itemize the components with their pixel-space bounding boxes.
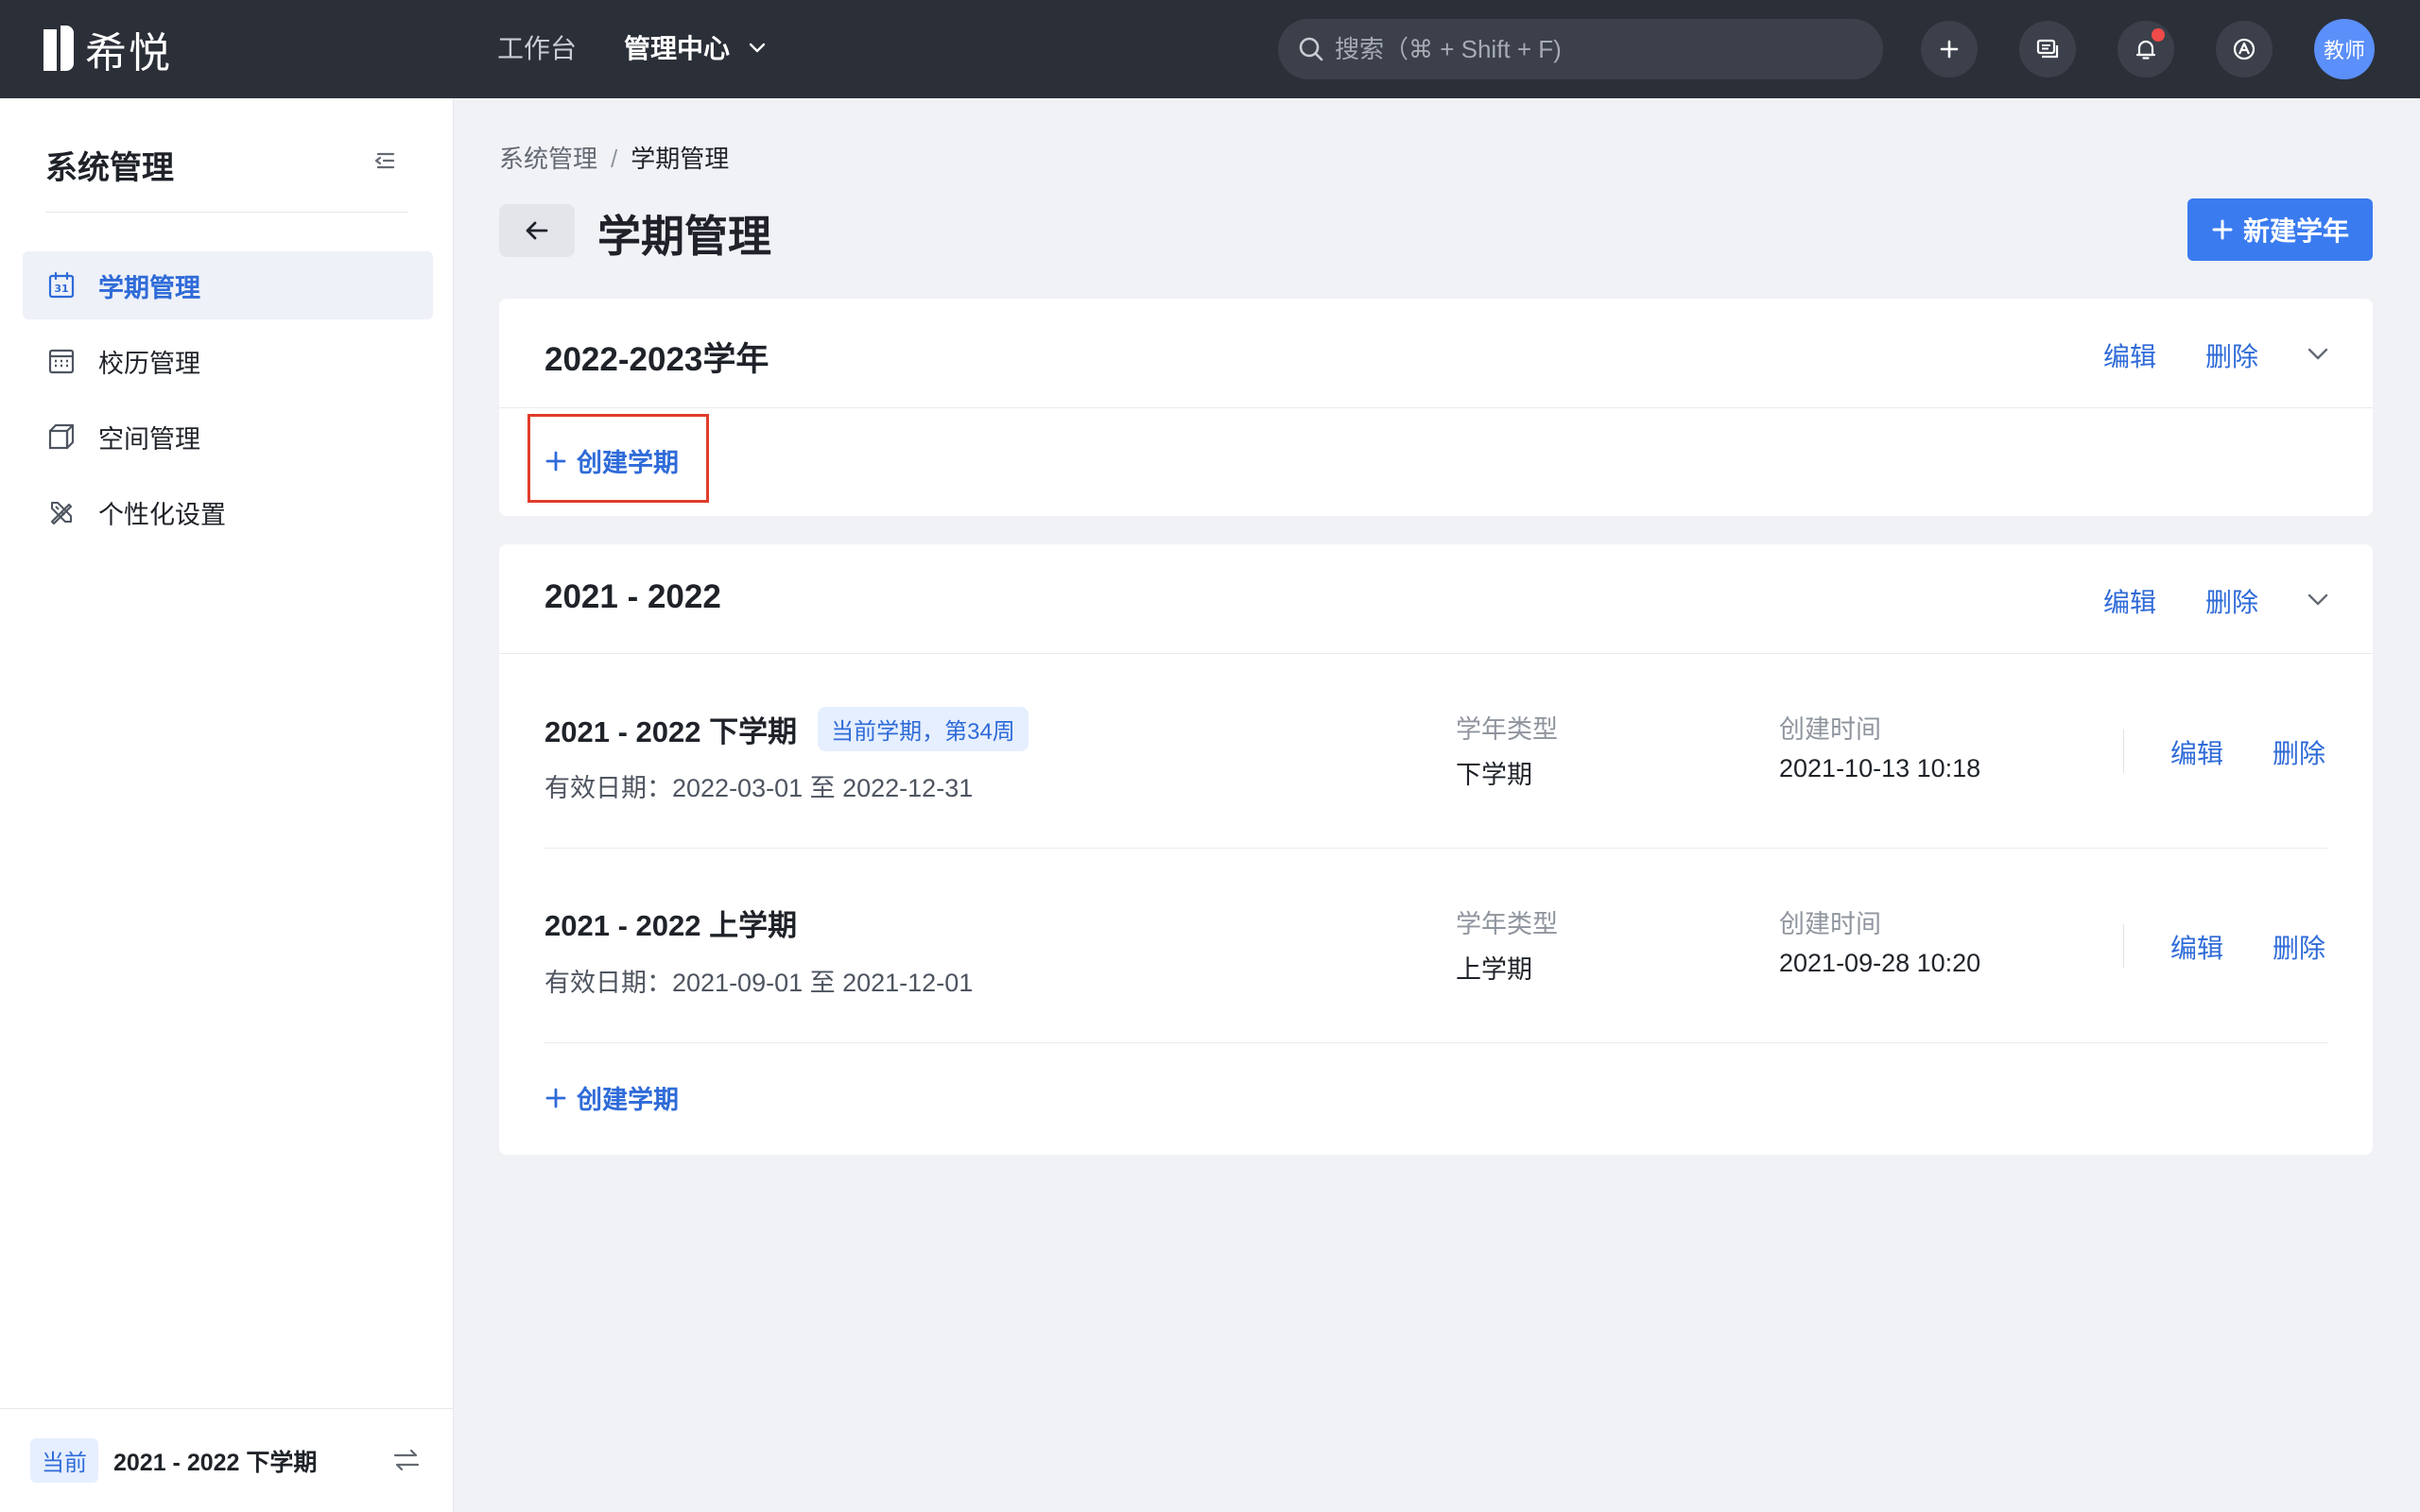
sidebar-item-label: 学期管理 bbox=[98, 273, 200, 302]
term-row: 2021 - 2022 上学期 有效日期：2021-09-01 至 2021-1… bbox=[544, 849, 2327, 1043]
cube-icon bbox=[45, 421, 78, 453]
edit-year-button[interactable]: 编辑 bbox=[2103, 582, 2156, 620]
collapse-menu-icon bbox=[374, 152, 395, 169]
calendar-grid-icon bbox=[45, 345, 78, 377]
chat-icon bbox=[2036, 39, 2059, 59]
search-icon bbox=[1299, 37, 1323, 61]
user-avatar[interactable]: 教师 bbox=[2314, 19, 2375, 79]
delete-term-button[interactable]: 删除 bbox=[2273, 928, 2325, 966]
term-type-value: 上学期 bbox=[1456, 955, 1532, 984]
sidebar-item-label: 个性化设置 bbox=[98, 500, 226, 529]
breadcrumb-root[interactable]: 系统管理 bbox=[499, 145, 597, 173]
row-divider bbox=[2123, 730, 2124, 773]
nav-admin-center[interactable]: 管理中心 bbox=[624, 28, 768, 66]
top-nav: 工作台 管理中心 bbox=[497, 28, 768, 66]
term-type-label: 学年类型 bbox=[1456, 715, 1558, 744]
row-divider bbox=[2123, 924, 2124, 968]
chevron-down-icon bbox=[2308, 348, 2328, 360]
notification-dot bbox=[2152, 28, 2165, 42]
created-time-value: 2021-10-13 10:18 bbox=[1779, 754, 1981, 782]
edit-year-button[interactable]: 编辑 bbox=[2103, 336, 2156, 374]
sidebar-divider bbox=[45, 212, 408, 213]
chevron-down-icon bbox=[2308, 593, 2328, 606]
delete-year-button[interactable]: 删除 bbox=[2205, 582, 2258, 620]
school-year-card: 2021 - 2022 编辑 删除 2021 - 2022 下学期 当前学期，第… bbox=[499, 544, 2373, 1155]
created-time-value: 2021-09-28 10:20 bbox=[1779, 949, 1981, 977]
created-time-label: 创建时间 bbox=[1779, 910, 1881, 938]
page-title: 学期管理 bbox=[597, 212, 771, 261]
sidebar-item-space-management[interactable]: 空间管理 bbox=[23, 403, 433, 471]
created-time-label: 创建时间 bbox=[1779, 715, 1881, 744]
sidebar-item-term-management[interactable]: 31 学期管理 bbox=[23, 251, 433, 319]
delete-year-button[interactable]: 删除 bbox=[2205, 336, 2258, 374]
collapse-sidebar-button[interactable] bbox=[371, 147, 397, 179]
current-term-footer: 当前 2021 - 2022 下学期 bbox=[0, 1408, 454, 1512]
plus-icon bbox=[545, 1088, 566, 1108]
breadcrumb-current: 学期管理 bbox=[631, 145, 730, 173]
app-logo[interactable]: 希悦 bbox=[43, 23, 172, 77]
current-term-label: 2021 - 2022 下学期 bbox=[113, 1449, 318, 1476]
nav-admin-center-label: 管理中心 bbox=[624, 34, 731, 63]
term-name-label: 2021 - 2022 上学期 bbox=[544, 909, 798, 942]
term-name: 2021 - 2022 上学期 bbox=[544, 902, 797, 944]
current-tag: 当前 bbox=[30, 1438, 98, 1483]
breadcrumb: 系统管理 / 学期管理 bbox=[499, 140, 729, 175]
add-button[interactable] bbox=[1921, 21, 1978, 77]
term-valid-date: 有效日期：2022-03-01 至 2022-12-31 bbox=[544, 774, 974, 802]
sidebar-item-label: 空间管理 bbox=[98, 424, 200, 454]
school-year-card: 2022-2023学年 编辑 删除 创建学期 bbox=[499, 299, 2373, 516]
sidebar-item-personalization[interactable]: 个性化设置 bbox=[23, 478, 433, 546]
term-type-value: 下学期 bbox=[1456, 761, 1532, 789]
arrow-left-icon bbox=[526, 221, 548, 240]
plus-icon bbox=[2212, 219, 2233, 240]
expand-toggle[interactable] bbox=[2305, 586, 2331, 617]
create-term-label: 创建学期 bbox=[577, 449, 679, 477]
plus-icon bbox=[545, 451, 566, 471]
term-valid-date: 有效日期：2021-09-01 至 2021-12-01 bbox=[544, 969, 974, 997]
global-search[interactable] bbox=[1278, 19, 1883, 79]
edit-term-button[interactable]: 编辑 bbox=[2170, 733, 2223, 771]
create-term-button[interactable]: 创建学期 bbox=[544, 442, 679, 479]
messages-button[interactable] bbox=[2019, 21, 2076, 77]
term-type-label: 学年类型 bbox=[1456, 910, 1558, 938]
app-switcher-button[interactable] bbox=[2216, 21, 2273, 77]
create-term-button[interactable]: 创建学期 bbox=[544, 1079, 679, 1116]
sidebar-item-label: 校历管理 bbox=[98, 349, 200, 378]
design-tools-icon bbox=[45, 496, 78, 528]
school-year-header: 2021 - 2022 编辑 删除 bbox=[499, 544, 2373, 654]
school-year-title: 2022-2023学年 bbox=[544, 341, 769, 378]
plus-icon bbox=[1940, 40, 1959, 59]
delete-term-button[interactable]: 删除 bbox=[2273, 733, 2325, 771]
swap-icon bbox=[393, 1449, 420, 1471]
sidebar-item-school-calendar[interactable]: 校历管理 bbox=[23, 327, 433, 395]
chevron-down-icon bbox=[749, 43, 766, 53]
breadcrumb-separator: / bbox=[611, 145, 618, 173]
edit-term-button[interactable]: 编辑 bbox=[2170, 928, 2223, 966]
new-school-year-button[interactable]: 新建学年 bbox=[2187, 198, 2373, 261]
calendar-icon: 31 bbox=[45, 269, 78, 301]
school-year-title: 2021 - 2022 bbox=[544, 578, 721, 615]
sidebar-menu: 31 学期管理 校历管理 空间管理 个性化设置 bbox=[23, 251, 433, 554]
notifications-button[interactable] bbox=[2118, 21, 2174, 77]
current-term-badge: 当前学期，第34周 bbox=[818, 707, 1028, 751]
top-bar: 希悦 工作台 管理中心 教师 bbox=[0, 0, 2420, 98]
app-name: 希悦 bbox=[85, 30, 172, 77]
logo-mark-icon bbox=[43, 26, 78, 73]
term-row: 2021 - 2022 下学期 当前学期，第34周 有效日期：2022-03-0… bbox=[544, 654, 2327, 849]
expand-toggle[interactable] bbox=[2305, 340, 2331, 371]
switch-term-button[interactable] bbox=[391, 1445, 422, 1480]
term-name-label: 2021 - 2022 下学期 bbox=[544, 715, 798, 748]
compass-icon bbox=[2233, 38, 2256, 60]
create-term-label: 创建学期 bbox=[577, 1086, 679, 1114]
new-school-year-label: 新建学年 bbox=[2242, 216, 2349, 246]
term-name: 2021 - 2022 下学期 当前学期，第34周 bbox=[544, 707, 1028, 751]
back-button[interactable] bbox=[499, 204, 575, 257]
sidebar-title: 系统管理 bbox=[45, 150, 174, 186]
avatar-label: 教师 bbox=[2323, 39, 2365, 62]
search-input[interactable] bbox=[1335, 34, 1864, 64]
school-year-header: 2022-2023学年 编辑 删除 bbox=[499, 299, 2373, 408]
nav-workbench[interactable]: 工作台 bbox=[497, 28, 577, 66]
sidebar: 系统管理 31 学期管理 校历管理 空间管理 个性化设置 当前 2021 - 2… bbox=[0, 98, 454, 1512]
svg-text:31: 31 bbox=[54, 283, 68, 295]
